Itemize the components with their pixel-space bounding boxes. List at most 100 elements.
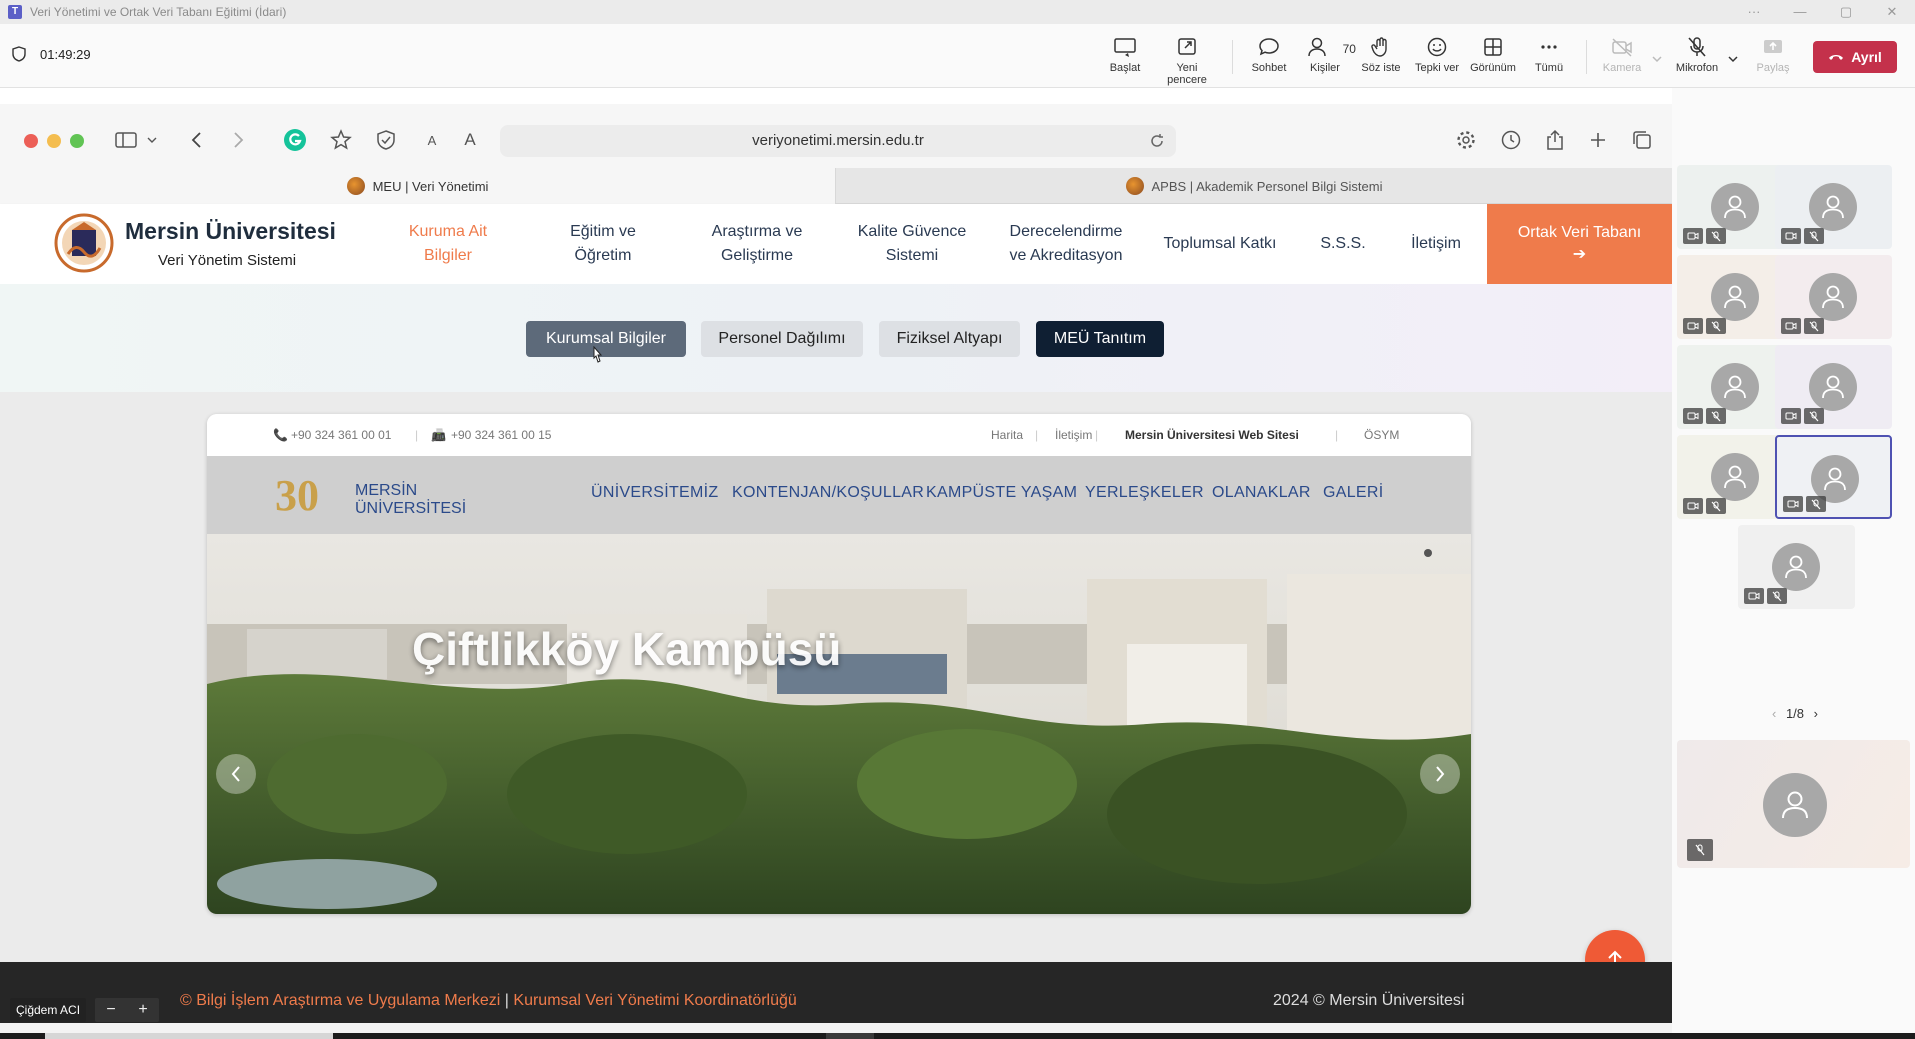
text-smaller-button[interactable]: A (418, 126, 446, 154)
carousel-next-button[interactable] (1420, 754, 1460, 794)
university-logo-icon[interactable] (50, 212, 118, 274)
personel-dagilimi-button[interactable]: Personel Dağılımı (701, 321, 863, 357)
ortak-veri-tabani-button[interactable]: Ortak Veri Tabanı ➔ (1487, 204, 1672, 284)
self-video-tile[interactable] (1677, 740, 1910, 868)
participant-tile[interactable] (1775, 165, 1892, 249)
participant-tile[interactable] (1738, 525, 1855, 609)
menu-sss[interactable]: S.S.S. (1310, 204, 1376, 284)
embed-logo[interactable]: 30 MERSİN ÜNİVERSİTESİ (275, 470, 505, 522)
forward-icon[interactable] (224, 126, 252, 154)
react-button[interactable]: Tepki ver (1406, 36, 1468, 74)
meu-tanitim-button[interactable]: MEÜ Tanıtım (1036, 321, 1164, 357)
close-button[interactable]: ✕ (1869, 0, 1915, 24)
mic-options-chevron-icon[interactable] (1726, 52, 1740, 66)
embed-logo-text: MERSİN ÜNİVERSİTESİ (355, 482, 467, 517)
zoom-in-button[interactable]: + (138, 1001, 147, 1019)
embed-nav-yerleskeler[interactable]: YERLEŞKELER (1085, 484, 1204, 502)
link-web-sitesi[interactable]: Mersin Üniversitesi Web Sitesi (1125, 428, 1299, 442)
raise-hand-label: Söz iste (1361, 62, 1401, 74)
embed-nav-universitemiz[interactable]: ÜNİVERSİTEMİZ (591, 484, 718, 502)
link-osym[interactable]: ÖSYM (1364, 428, 1399, 442)
camera-button[interactable]: Kamera (1591, 36, 1653, 74)
chat-button[interactable]: Sohbet (1238, 36, 1300, 74)
tab-overview-icon[interactable] (1628, 126, 1656, 154)
grammarly-icon[interactable] (281, 126, 309, 154)
back-icon[interactable] (183, 126, 211, 154)
avatar (1711, 183, 1759, 231)
share-upload-icon[interactable] (1541, 126, 1569, 154)
close-window-dot[interactable] (24, 134, 38, 148)
minimize-window-dot[interactable] (47, 134, 61, 148)
people-button[interactable]: 70 Kişiler (1294, 36, 1356, 74)
tab-apbs[interactable]: APBS | Akademik Personel Bilgi Sistemi (836, 168, 1672, 204)
person-icon (1824, 467, 1846, 491)
minimize-button[interactable]: — (1777, 0, 1823, 24)
menu-kuruma-ait-bilgiler[interactable]: Kuruma Ait Bilgiler (390, 204, 506, 284)
footer-kvyk-link[interactable]: Kurumsal Veri Yönetimi Koordinatörlüğü (513, 992, 796, 1009)
leave-button[interactable]: Ayrıl (1813, 41, 1897, 73)
link-harita[interactable]: Harita (991, 428, 1023, 442)
camera-options-chevron-icon[interactable] (1650, 52, 1664, 66)
raise-hand-button[interactable]: Söz iste (1350, 36, 1412, 74)
participant-tile[interactable] (1775, 255, 1892, 339)
person-icon (1782, 791, 1808, 819)
new-window-button[interactable]: Yeni pencere (1156, 36, 1218, 86)
start-button[interactable]: Başlat (1094, 36, 1156, 74)
kurumsal-bilgiler-button[interactable]: Kurumsal Bilgiler (526, 321, 686, 357)
footer-bidb-link[interactable]: © Bilgi İşlem Araştırma ve Uygulama Merk… (180, 992, 500, 1009)
more-options-icon[interactable]: ··· (1731, 0, 1777, 24)
camera-off-icon (1683, 498, 1703, 514)
view-button[interactable]: Görünüm (1462, 36, 1524, 74)
embed-nav-olanaklar[interactable]: OLANAKLAR (1212, 484, 1311, 502)
menu-label: Öğretim (574, 247, 632, 264)
tile-status-icons (1781, 228, 1824, 244)
participant-tile[interactable] (1775, 435, 1892, 519)
maximize-button[interactable]: ▢ (1823, 0, 1869, 24)
mic-button[interactable]: Mikrofon (1666, 36, 1728, 74)
menu-toplumsal-katki[interactable]: Toplumsal Katkı (1150, 204, 1290, 284)
link-iletisim[interactable]: İletişim (1055, 428, 1092, 442)
new-tab-plus-icon[interactable] (1584, 126, 1612, 154)
carousel-indicator-dot[interactable] (1424, 549, 1432, 557)
settings-gear-icon[interactable] (1452, 126, 1480, 154)
menu-label: İletişim (1411, 235, 1461, 252)
phone-number[interactable]: +90 324 361 00 01 (291, 428, 391, 442)
embed-nav-galeri[interactable]: GALERİ (1323, 484, 1384, 502)
site-name[interactable]: Mersin Üniversitesi (125, 218, 336, 245)
address-bar[interactable]: veriyonetimi.mersin.edu.tr (500, 125, 1176, 157)
muted-mic-icon (1706, 318, 1726, 334)
hero-carousel: Çiftlikköy Kampüsü (207, 534, 1471, 914)
menu-derecelendirme[interactable]: Derecelendirme ve Akreditasyon (996, 204, 1136, 284)
zoom-window-dot[interactable] (70, 134, 84, 148)
teams-logo-icon: T (8, 5, 22, 19)
menu-kalite-guvence-sistemi[interactable]: Kalite Güvence Sistemi (842, 204, 982, 284)
participant-tile[interactable] (1775, 345, 1892, 429)
privacy-shield-icon[interactable] (372, 126, 400, 154)
menu-egitim-ve-ogretim[interactable]: Eğitim ve Öğretim (546, 204, 660, 284)
embed-nav-kontenjan[interactable]: KONTENJAN/KOŞULLAR (732, 484, 924, 502)
bookmark-star-icon[interactable] (327, 126, 355, 154)
history-clock-icon[interactable] (1497, 126, 1525, 154)
divider: | (1095, 428, 1099, 442)
embed-nav-kampuste-yasam[interactable]: KAMPÜSTE YAŞAM (926, 484, 1077, 502)
embed-navigation: 30 MERSİN ÜNİVERSİTESİ ÜNİVERSİTEMİZ KON… (207, 456, 1471, 534)
fax-number[interactable]: +90 324 361 00 15 (451, 428, 551, 442)
pager-next-icon[interactable]: › (1814, 706, 1818, 721)
share-button[interactable]: Paylaş (1742, 36, 1804, 74)
zoom-out-button[interactable]: − (106, 1001, 115, 1019)
reload-icon[interactable] (1148, 132, 1166, 150)
menu-iletisim[interactable]: İletişim (1396, 204, 1476, 284)
text-larger-button[interactable]: A (456, 126, 484, 154)
sidebar-icon[interactable] (112, 126, 140, 154)
menu-arastirma-ve-gelistirme[interactable]: Araştırma ve Geliştirme (692, 204, 822, 284)
carousel-prev-button[interactable] (216, 754, 256, 794)
avatar (1711, 363, 1759, 411)
more-button[interactable]: Tümü (1518, 36, 1580, 74)
tab-veri-yonetimi[interactable]: MEU | Veri Yönetimi (0, 168, 836, 204)
menu-label: Toplumsal Katkı (1163, 235, 1277, 252)
sidebar-chevron-icon[interactable] (144, 126, 160, 154)
pager-prev-icon[interactable]: ‹ (1772, 706, 1776, 721)
divider: | (415, 428, 419, 442)
fiziksel-altyapi-button[interactable]: Fiziksel Altyapı (879, 321, 1020, 357)
tile-status-icons (1744, 588, 1787, 604)
